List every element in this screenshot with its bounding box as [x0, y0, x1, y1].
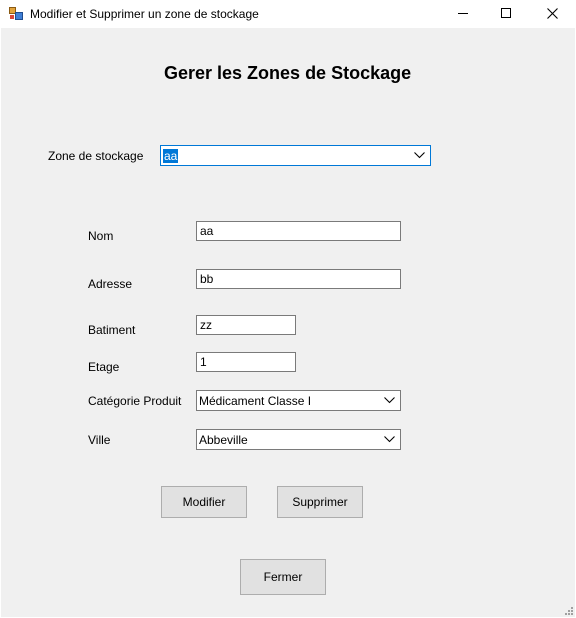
supprimer-button[interactable]: Supprimer: [277, 486, 363, 518]
modifier-button[interactable]: Modifier: [161, 486, 247, 518]
categorie-select-value: Médicament Classe I: [199, 394, 312, 408]
zone-select[interactable]: aa: [160, 145, 431, 166]
nom-label: Nom: [88, 229, 114, 243]
batiment-field[interactable]: [197, 316, 295, 334]
page-title: Gerer les Zones de Stockage: [164, 63, 412, 83]
ville-select[interactable]: Abbeville: [196, 429, 401, 450]
categorie-select[interactable]: Médicament Classe I: [196, 390, 401, 411]
nom-field[interactable]: [197, 222, 400, 240]
close-icon: [547, 8, 558, 19]
title-bar[interactable]: Modifier et Supprimer un zone de stockag…: [0, 0, 576, 28]
adresse-label: Adresse: [88, 277, 133, 291]
fermer-button[interactable]: Fermer: [240, 559, 326, 595]
minimize-button[interactable]: [440, 0, 486, 28]
close-button[interactable]: [530, 0, 576, 28]
etage-field-box: [196, 352, 296, 372]
zone-label: Zone de stockage: [48, 149, 144, 163]
chevron-down-icon: [414, 152, 425, 159]
batiment-label: Batiment: [88, 323, 136, 337]
chevron-down-icon: [384, 436, 395, 443]
chevron-down-icon: [384, 397, 395, 404]
app-icon: [9, 7, 23, 20]
zone-select-value: aa: [163, 149, 179, 163]
ville-label: Ville: [88, 433, 111, 447]
etage-field[interactable]: [197, 353, 295, 371]
nom-field-box: [196, 221, 401, 241]
maximize-button[interactable]: [484, 0, 530, 28]
batiment-field-box: [196, 315, 296, 335]
etage-label: Etage: [88, 360, 120, 374]
adresse-field[interactable]: [197, 270, 400, 288]
window-title: Modifier et Supprimer un zone de stockag…: [30, 7, 259, 21]
resize-grip-icon[interactable]: [565, 607, 573, 615]
ville-select-value: Abbeville: [199, 433, 248, 447]
maximize-icon: [501, 8, 511, 18]
adresse-field-box: [196, 269, 401, 289]
categorie-label: Catégorie Produit: [88, 394, 182, 408]
minimize-icon: [458, 13, 468, 14]
